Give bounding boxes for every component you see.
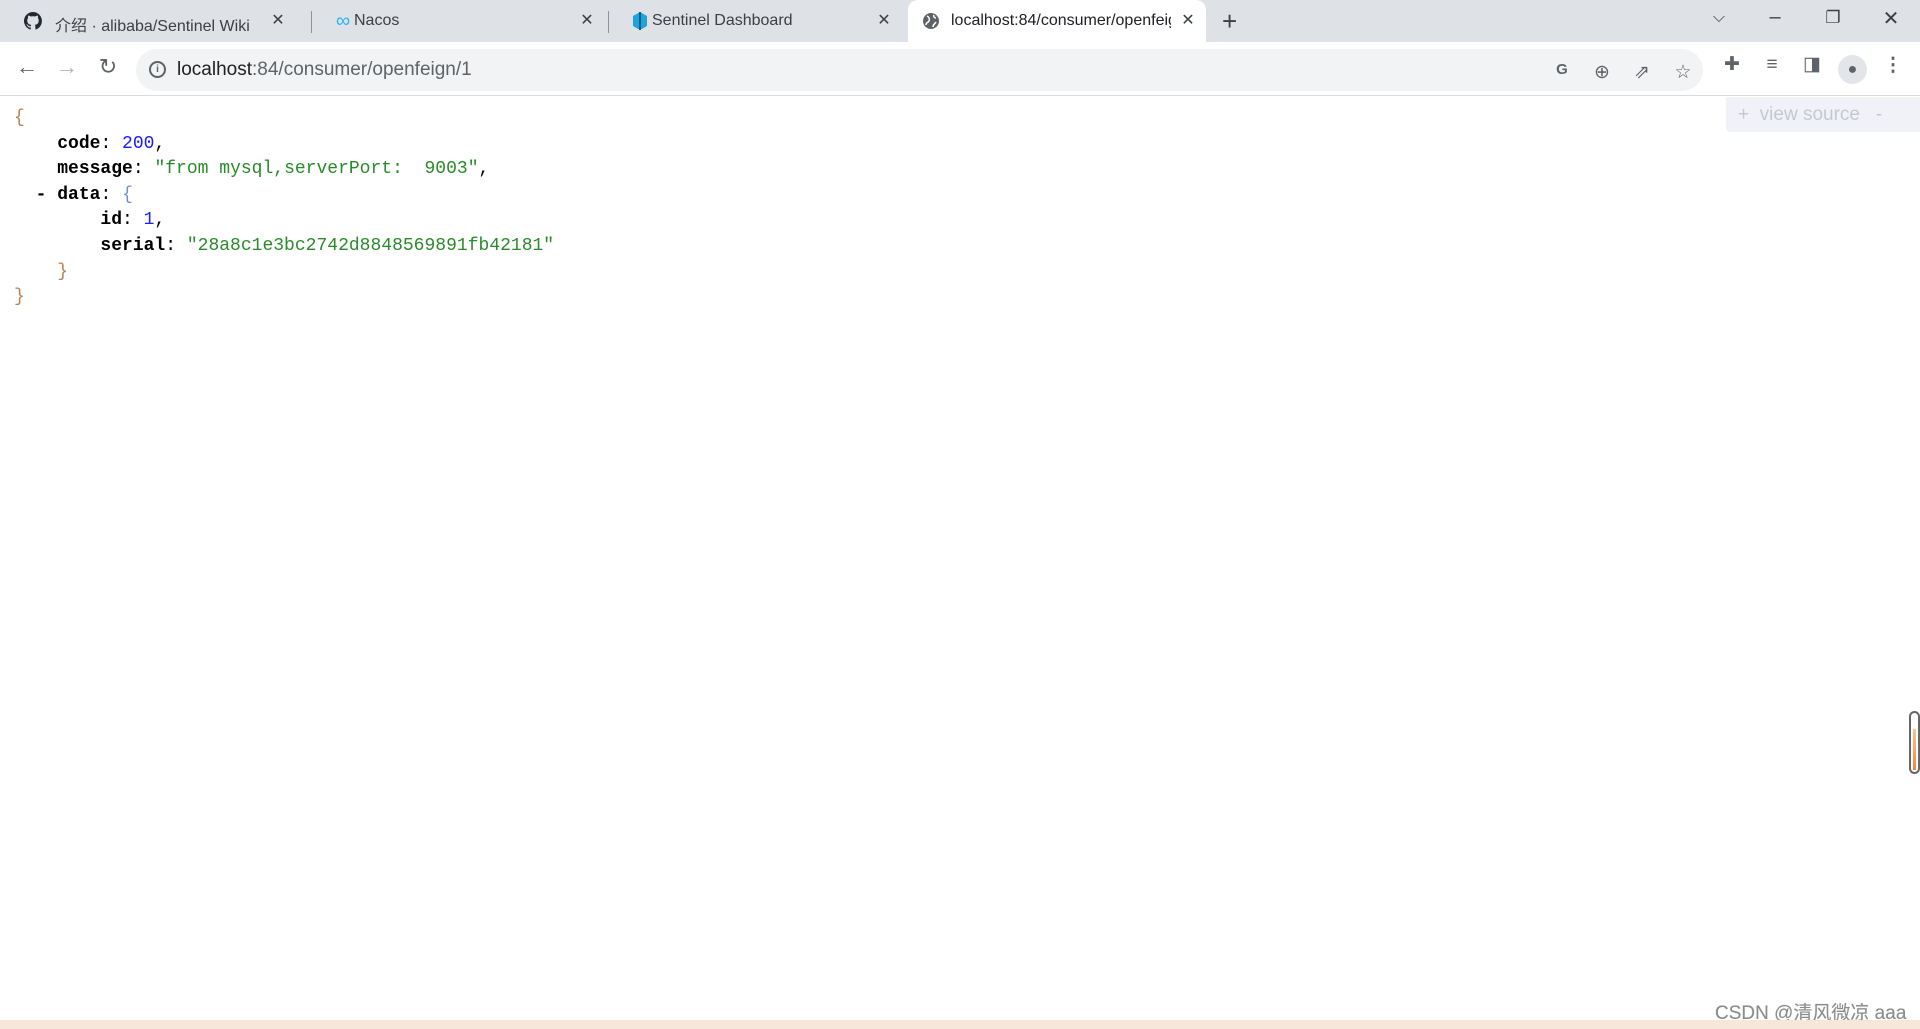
open-brace: {	[14, 108, 25, 128]
close-brace: }	[57, 261, 69, 282]
tab-strip: 介绍 · alibaba/Sentinel Wiki ✕ ∞ Nacos ✕ S…	[0, 0, 1920, 42]
github-icon	[24, 12, 42, 30]
json-key: serial	[100, 235, 166, 256]
bookmark-star-icon[interactable]: ☆	[1669, 61, 1697, 84]
address-bar[interactable]: i localhost:84/consumer/openfeign/1 G ⊕ …	[136, 49, 1703, 91]
browser-toolbar: ← → ↻ i localhost:84/consumer/openfeign/…	[0, 42, 1920, 96]
side-panel-icon[interactable]: ◨	[1798, 53, 1826, 76]
close-tab-icon[interactable]: ✕	[268, 10, 288, 30]
tab-localhost-openfeign[interactable]: localhost:84/consumer/openfeign/1 ✕	[908, 0, 1206, 42]
tab-title: Nacos	[354, 12, 400, 29]
minimize-button[interactable]: –	[1760, 6, 1790, 29]
tab-sentinel-wiki[interactable]: 介绍 · alibaba/Sentinel Wiki ✕	[0, 0, 300, 42]
collapse-toggle[interactable]: -	[36, 185, 47, 205]
close-tab-icon[interactable]: ✕	[577, 10, 597, 30]
tab-sentinel-dashboard[interactable]: Sentinel Dashboard ✕	[609, 0, 906, 42]
json-string: "28a8c1e3bc2742d8848569891fb42181"	[186, 235, 555, 256]
profile-avatar[interactable]: ●	[1838, 55, 1867, 84]
json-string: "from mysql,serverPort: 9003"	[154, 159, 479, 180]
close-tab-icon[interactable]: ✕	[1178, 10, 1198, 30]
floating-scroll-widget[interactable]	[1909, 711, 1920, 774]
nacos-infinity-icon: ∞	[335, 9, 351, 32]
tab-title: localhost:84/consumer/openfeign/1	[951, 12, 1171, 29]
json-key: message	[57, 159, 133, 180]
sentinel-icon	[631, 12, 649, 30]
tab-nacos[interactable]: ∞ Nacos ✕	[312, 0, 609, 42]
collapse-icon[interactable]: -	[1876, 104, 1882, 125]
reload-button[interactable]: ↻	[93, 54, 123, 80]
expand-icon[interactable]: +	[1738, 104, 1749, 125]
globe-icon	[922, 12, 940, 30]
view-source-toggle[interactable]: + view source -	[1726, 97, 1920, 132]
menu-icon[interactable]: ⋮	[1879, 54, 1907, 77]
share-icon[interactable]: ⇗	[1628, 61, 1656, 84]
media-control-icon[interactable]: ≡	[1758, 54, 1786, 76]
close-brace: }	[14, 287, 25, 308]
tab-title: Sentinel Dashboard	[652, 12, 793, 29]
url-text[interactable]: localhost:84/consumer/openfeign/1	[177, 59, 472, 81]
close-tab-icon[interactable]: ✕	[874, 10, 894, 30]
json-key: data	[57, 184, 101, 205]
translate-icon[interactable]: G	[1548, 61, 1576, 78]
json-key: id	[100, 210, 123, 231]
json-viewer: { code: 200, message: "from mysql,server…	[14, 108, 555, 308]
close-window-button[interactable]: ✕	[1876, 6, 1906, 31]
json-number: 200	[122, 133, 155, 154]
forward-button[interactable]: →	[52, 54, 82, 80]
new-tab-button[interactable]: +	[1222, 6, 1237, 37]
json-key: code	[57, 133, 101, 154]
back-button[interactable]: ←	[12, 54, 42, 80]
json-number: 1	[143, 210, 155, 231]
extensions-icon[interactable]: ✚	[1718, 53, 1746, 76]
tab-search-chevron-icon[interactable]: ⌵	[1704, 9, 1734, 27]
site-info-icon[interactable]: i	[149, 61, 166, 78]
url-host: localhost	[177, 59, 252, 80]
bottom-strip	[0, 1020, 1920, 1029]
open-brace: {	[122, 184, 133, 205]
url-path: :84/consumer/openfeign/1	[252, 59, 472, 80]
view-source-label[interactable]: view source	[1760, 104, 1860, 125]
scroll-level-fill	[1913, 729, 1916, 770]
tab-title: 介绍 · alibaba/Sentinel Wiki	[55, 18, 250, 35]
zoom-icon[interactable]: ⊕	[1588, 61, 1616, 84]
restore-button[interactable]: ❐	[1818, 8, 1848, 28]
